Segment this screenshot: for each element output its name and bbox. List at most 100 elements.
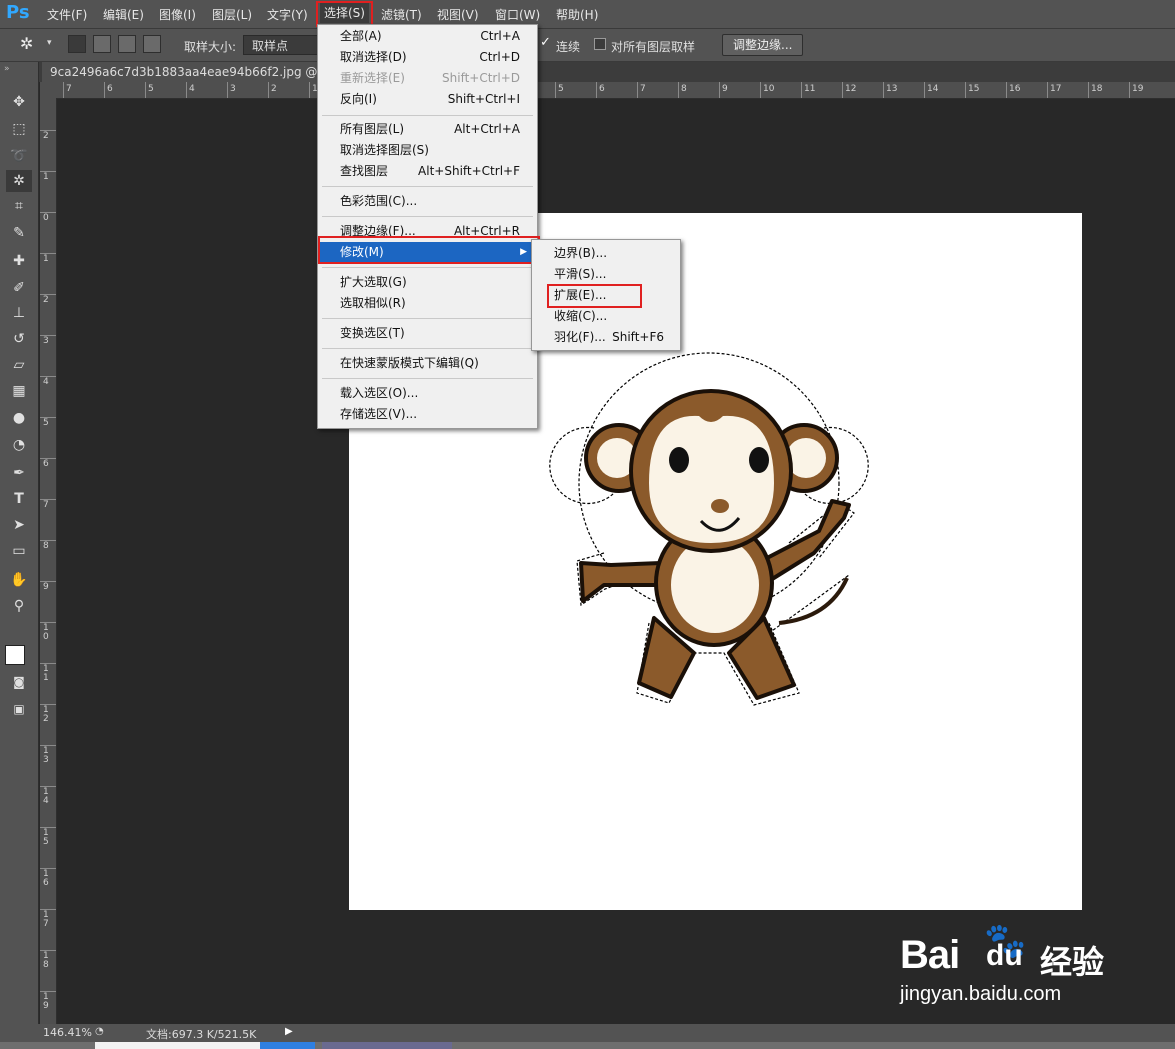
- quick-mask-icon[interactable]: ◙: [6, 671, 32, 693]
- crop-tool-icon[interactable]: ⌗: [6, 195, 32, 217]
- menu-item-transform-selection[interactable]: 变换选区(T): [320, 323, 535, 344]
- menu-separator: [322, 115, 533, 116]
- menu-file[interactable]: 文件(F): [47, 6, 87, 23]
- status-bar: 146.41% ◔ 文档:697.3 K/521.5K ▶: [0, 1024, 1175, 1042]
- menu-item-find-layers[interactable]: 查找图层 Alt+Shift+Ctrl+F: [320, 161, 535, 182]
- menu-item-save-selection[interactable]: 存储选区(V)...: [320, 404, 535, 425]
- submenu-item-smooth[interactable]: 平滑(S)...: [534, 264, 678, 285]
- menu-type[interactable]: 文字(Y): [267, 6, 308, 23]
- ruler-label: 9: [722, 84, 728, 94]
- new-selection-button[interactable]: [68, 35, 86, 53]
- submenu-item-border[interactable]: 边界(B)...: [534, 243, 678, 264]
- menu-separator: [322, 216, 533, 217]
- move-tool-icon[interactable]: ✥: [6, 91, 32, 113]
- ruler-label: 4: [189, 84, 195, 94]
- type-tool-icon[interactable]: T: [6, 488, 32, 510]
- annotation-box-expand: [547, 284, 642, 308]
- rectangle-tool-icon[interactable]: ▭: [6, 540, 32, 562]
- eraser-tool-icon[interactable]: ▱: [6, 354, 32, 376]
- ruler-label: 1: [43, 254, 49, 264]
- menu-item-load-selection[interactable]: 载入选区(O)...: [320, 383, 535, 404]
- screen-mode-icon[interactable]: ▣: [6, 698, 32, 720]
- menu-item-inverse[interactable]: 反向(I) Shift+Ctrl+I: [320, 89, 535, 110]
- ruler-label: 5: [43, 418, 49, 428]
- history-brush-icon[interactable]: ↺: [6, 328, 32, 350]
- zoom-tool-icon[interactable]: ⚲: [6, 595, 32, 617]
- submenu-item-feather[interactable]: 羽化(F)... Shift+F6: [534, 327, 678, 348]
- photoshop-logo: Ps: [6, 2, 30, 23]
- watermark-brand-cn: 经验: [1040, 943, 1105, 981]
- menu-item-similar[interactable]: 选取相似(R): [320, 293, 535, 314]
- menu-separator: [322, 348, 533, 349]
- ruler-label: 18: [43, 951, 49, 970]
- dodge-tool-icon[interactable]: ◔: [6, 434, 32, 456]
- ruler-label: 2: [271, 84, 277, 94]
- ruler-label: 10: [763, 84, 775, 94]
- zoom-level[interactable]: 146.41%: [43, 1026, 92, 1039]
- ruler-label: 19: [43, 992, 49, 1011]
- menu-help[interactable]: 帮助(H): [556, 6, 598, 23]
- menu-image[interactable]: 图像(I): [159, 6, 196, 23]
- marquee-tool-icon[interactable]: ⬚: [6, 118, 32, 140]
- status-menu-arrow-icon[interactable]: ▶: [285, 1026, 293, 1037]
- annotation-box-modify: [318, 236, 540, 264]
- ruler-label: 15: [968, 84, 980, 94]
- add-selection-button[interactable]: [93, 35, 111, 53]
- menu-item-all-layers[interactable]: 所有图层(L) Alt+Ctrl+A: [320, 119, 535, 140]
- vertical-ruler: 2 1 0 1 2 3 4 5 6 7 8 9 10 11 12 13 14 15 16 17 18 19: [40, 98, 57, 1024]
- ruler-label: 17: [1050, 84, 1062, 94]
- refine-edge-button[interactable]: 调整边缘...: [722, 34, 804, 56]
- magic-wand-tool-icon[interactable]: ✲: [6, 170, 32, 192]
- all-layers-label: 对所有图层取样: [611, 40, 696, 54]
- ruler-label: 8: [681, 84, 687, 94]
- ruler-label: 9: [43, 582, 49, 592]
- intersect-selection-button[interactable]: [143, 35, 161, 53]
- tools-panel: » ✥ ⬚ ➰ ✲ ⌗ ✎ ✚ ✐ ⊥ ↺ ▱ ▦ ● ◔ ✒ T ➤ ▭ ✋ …: [0, 62, 39, 1024]
- ruler-label: 4: [43, 377, 49, 387]
- all-layers-checkbox[interactable]: [594, 38, 606, 50]
- foreground-color-swatch[interactable]: [5, 645, 25, 665]
- ruler-label: 15: [43, 828, 49, 847]
- ruler-label: 8: [43, 541, 49, 551]
- chevron-down-icon[interactable]: ▾: [47, 38, 52, 48]
- lasso-tool-icon[interactable]: ➰: [6, 145, 32, 167]
- menu-separator: [322, 318, 533, 319]
- ruler-label: 17: [43, 910, 49, 929]
- eyedropper-tool-icon[interactable]: ✎: [6, 222, 32, 244]
- contiguous-checkbox[interactable]: ✓: [540, 35, 551, 50]
- menu-item-select-all[interactable]: 全部(A) Ctrl+A: [320, 26, 535, 47]
- menu-item-deselect-layers[interactable]: 取消选择图层(S): [320, 140, 535, 161]
- menu-edit[interactable]: 编辑(E): [103, 6, 144, 23]
- ruler-label: 11: [43, 664, 49, 683]
- brush-tool-icon[interactable]: ✐: [6, 277, 32, 299]
- menu-item-quick-mask[interactable]: 在快速蒙版模式下编辑(Q): [320, 353, 535, 374]
- baidu-watermark: Bai 🐾 du 经验 jingyan.baidu.com: [900, 921, 1130, 1006]
- menu-item-grow[interactable]: 扩大选取(G): [320, 272, 535, 293]
- path-select-icon[interactable]: ➤: [6, 514, 32, 536]
- contiguous-label: 连续: [556, 40, 581, 54]
- ruler-label: 7: [640, 84, 646, 94]
- gradient-tool-icon[interactable]: ▦: [6, 380, 32, 402]
- ruler-label: 6: [599, 84, 605, 94]
- subtract-selection-button[interactable]: [118, 35, 136, 53]
- healing-brush-icon[interactable]: ✚: [6, 250, 32, 272]
- blur-tool-icon[interactable]: ●: [6, 407, 32, 429]
- menu-window[interactable]: 窗口(W): [495, 6, 540, 23]
- menu-item-color-range[interactable]: 色彩范围(C)...: [320, 191, 535, 212]
- ruler-label: 6: [43, 459, 49, 469]
- submenu-item-contract[interactable]: 收缩(C)...: [534, 306, 678, 327]
- collapse-icon[interactable]: »: [4, 64, 10, 74]
- hand-tool-icon[interactable]: ✋: [6, 569, 32, 591]
- ruler-label: 2: [43, 295, 49, 305]
- menu-item-deselect[interactable]: 取消选择(D) Ctrl+D: [320, 47, 535, 68]
- pen-tool-icon[interactable]: ✒: [6, 462, 32, 484]
- magic-wand-icon[interactable]: ✲: [20, 34, 33, 53]
- ruler-label: 12: [845, 84, 857, 94]
- menu-view[interactable]: 视图(V): [437, 6, 479, 23]
- menu-filter[interactable]: 滤镜(T): [381, 6, 422, 23]
- menu-layer[interactable]: 图层(L): [212, 6, 252, 23]
- document-size-info: 文档:697.3 K/521.5K: [146, 1028, 257, 1041]
- ruler-label: 7: [66, 84, 72, 94]
- stamp-tool-icon[interactable]: ⊥: [6, 302, 32, 324]
- sample-size-select[interactable]: 取样点: [243, 35, 318, 55]
